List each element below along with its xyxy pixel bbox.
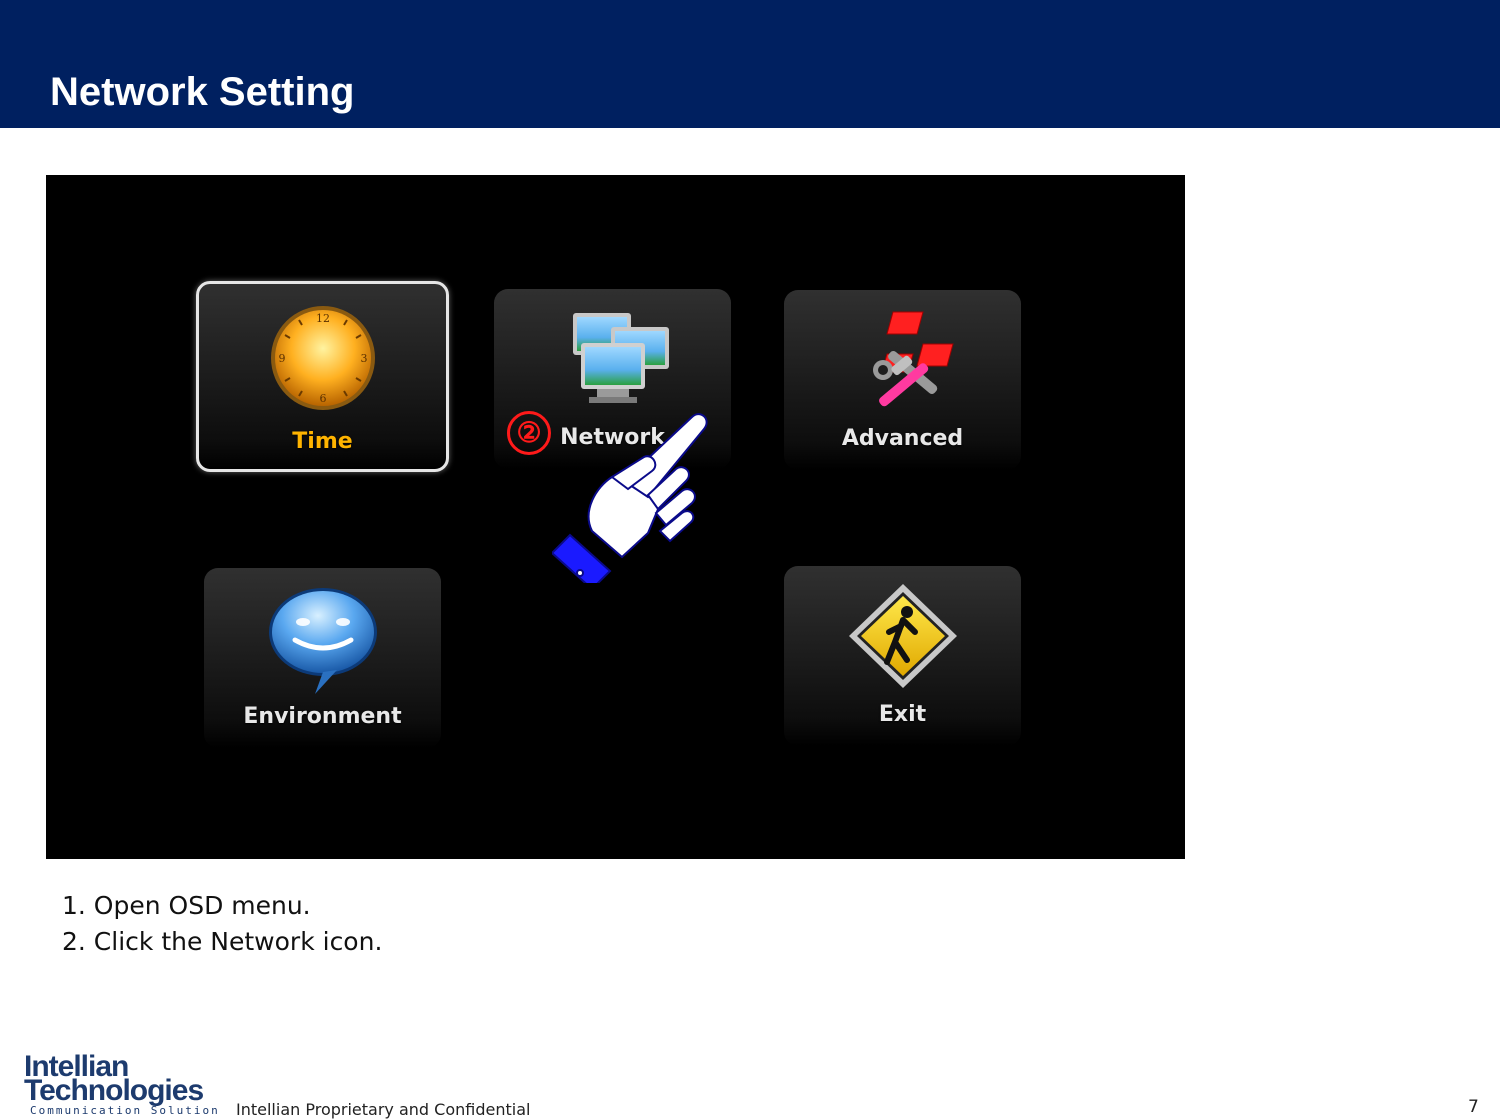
step-marker: ②: [507, 411, 551, 455]
osd-screen: 12 3 6 9 Time Network Advanced Environme…: [46, 175, 1185, 859]
menu-tile-exit[interactable]: Exit: [784, 566, 1021, 746]
slide-header: Network Setting: [0, 0, 1500, 128]
instruction-list: 1. Open OSD menu. 2. Click the Network i…: [62, 888, 382, 960]
menu-tile-time[interactable]: 12 3 6 9 Time: [196, 281, 449, 472]
menu-tile-label: Advanced: [841, 426, 964, 451]
svg-text:3: 3: [360, 352, 367, 365]
clock-icon: 12 3 6 9: [270, 306, 375, 410]
instruction-step: 2. Click the Network icon.: [62, 927, 383, 956]
menu-tile-label: Exit: [878, 702, 927, 727]
svg-text:6: 6: [319, 392, 326, 405]
menu-tile-label: Time: [292, 429, 353, 454]
menu-tile-advanced[interactable]: Advanced: [784, 290, 1021, 470]
instruction-step: 1. Open OSD menu.: [62, 891, 311, 920]
network-computers-icon: [572, 313, 669, 403]
logo-text: Technologies: [24, 1074, 204, 1107]
page-number: 7: [1468, 1097, 1479, 1117]
svg-text:9: 9: [278, 352, 285, 365]
speech-bubble-icon: [268, 588, 377, 694]
company-logo: Intellian Technologies Communication Sol…: [24, 1050, 224, 1118]
page-title: Network Setting: [50, 70, 355, 114]
confidential-notice: Intellian Proprietary and Confidential: [236, 1100, 531, 1119]
menu-tile-environment[interactable]: Environment: [204, 568, 441, 748]
pedestrian-warning-icon: [848, 584, 957, 688]
pointing-hand-icon: [552, 413, 708, 583]
menu-tile-label: Environment: [243, 704, 402, 729]
tools-icon: [872, 311, 954, 407]
svg-text:12: 12: [316, 312, 330, 325]
logo-tagline: Communication Solution: [30, 1104, 220, 1117]
